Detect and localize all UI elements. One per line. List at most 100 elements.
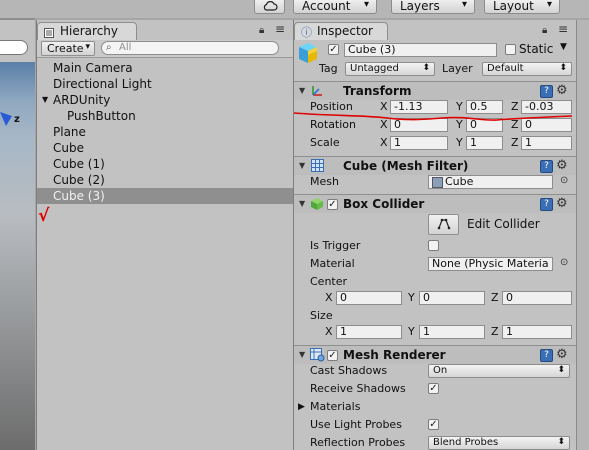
center-z-field[interactable]: 0 — [502, 291, 572, 305]
account-dropdown[interactable]: Account ▾ — [293, 0, 377, 14]
receive-shadows-checkbox[interactable]: ✓ — [428, 383, 439, 394]
gear-icon[interactable]: ⚙ — [556, 348, 568, 362]
hierarchy-item[interactable]: Plane — [37, 124, 293, 140]
gear-icon[interactable]: ⚙ — [556, 159, 568, 173]
scale-y-field[interactable]: 1 — [466, 136, 503, 150]
hierarchy-toolbar: Create ▾ ⌕ All — [37, 40, 293, 58]
transform-title: Transform — [343, 84, 412, 98]
z-axis-label: z — [14, 114, 20, 125]
panel-menu-icon[interactable]: ≡ — [275, 22, 285, 36]
hierarchy-item-label: ARDUnity — [53, 93, 111, 107]
mesh-renderer-title: Mesh Renderer — [343, 348, 446, 362]
object-picker-icon[interactable]: ⊙ — [560, 257, 568, 268]
foldout-open-icon[interactable]: ▼ — [42, 92, 48, 108]
layer-dropdown[interactable]: Default ⬍ — [482, 62, 572, 76]
cloud-icon — [262, 1, 278, 15]
center-x-value: 0 — [340, 291, 347, 304]
scale-x-axis-label[interactable]: X — [380, 136, 388, 150]
use-light-probes-checkbox[interactable]: ✓ — [428, 419, 439, 430]
layout-dropdown[interactable]: Layout ▾ — [484, 0, 560, 14]
foldout-open-icon: ▼ — [299, 161, 306, 170]
object-name-field[interactable]: Cube (3) — [344, 43, 497, 57]
mesh-value: Cube — [445, 175, 474, 188]
materials-label[interactable]: Materials — [310, 400, 360, 414]
box-collider-enabled-checkbox[interactable]: ✓ — [327, 199, 338, 210]
mesh-label: Mesh — [310, 175, 339, 188]
is-trigger-checkbox[interactable] — [428, 240, 439, 251]
object-active-checkbox[interactable]: ✓ — [328, 44, 339, 55]
hierarchy-item-label: Cube (3) — [53, 189, 105, 203]
gear-icon[interactable]: ⚙ — [556, 197, 568, 211]
scene-search-input[interactable] — [0, 40, 28, 55]
hierarchy-list[interactable]: Main Camera Directional Light ▼ ARDUnity Pus… — [37, 58, 293, 450]
center-x-axis-label[interactable]: X — [325, 291, 333, 305]
help-icon[interactable]: ? — [540, 349, 553, 362]
cast-shadows-label: Cast Shadows — [310, 364, 388, 377]
cast-shadows-dropdown[interactable]: On ⬍ — [428, 364, 570, 378]
object-picker-icon[interactable]: ⊙ — [560, 175, 568, 186]
scale-z-field[interactable]: 1 — [521, 136, 572, 150]
scale-z-axis-label[interactable]: Z — [511, 136, 519, 150]
lock-icon[interactable]: 🔒︎ — [542, 25, 547, 36]
reflection-probes-dropdown[interactable]: Blend Probes ⬍ — [428, 436, 570, 450]
hierarchy-search-input[interactable]: ⌕ All — [101, 41, 279, 55]
size-y-field[interactable]: 1 — [419, 325, 485, 339]
foldout-open-icon: ▼ — [299, 199, 306, 208]
center-y-field[interactable]: 0 — [419, 291, 485, 305]
help-icon[interactable]: ? — [540, 198, 553, 211]
layers-dropdown[interactable]: Layers ▾ — [391, 0, 475, 14]
updown-arrow-icon: ⬍ — [422, 63, 430, 73]
static-dropdown-arrow[interactable]: ▼ — [560, 42, 567, 52]
gear-icon[interactable]: ⚙ — [556, 84, 568, 98]
hierarchy-item[interactable]: PushButton — [37, 108, 293, 124]
foldout-open-icon: ▼ — [299, 86, 306, 95]
hierarchy-item[interactable]: Cube (1) — [37, 156, 293, 172]
lock-icon[interactable]: 🔒︎ — [259, 25, 264, 36]
scene-orientation-gizmo[interactable]: z — [0, 104, 30, 133]
center-z-axis-label[interactable]: Z — [491, 291, 499, 305]
scale-x-value: 1 — [394, 136, 401, 149]
hierarchy-item[interactable]: ▼ ARDUnity — [37, 92, 293, 108]
size-x-field[interactable]: 1 — [336, 325, 402, 339]
hierarchy-item[interactable]: Cube (2) — [37, 172, 293, 188]
collab-button[interactable] — [254, 0, 285, 14]
scale-y-axis-label[interactable]: Y — [456, 136, 463, 150]
help-icon[interactable]: ? — [540, 160, 553, 173]
transform-header[interactable]: ▼ Transform ? ⚙ — [294, 81, 576, 100]
size-label: Size — [310, 309, 333, 322]
edit-collider-button[interactable] — [428, 214, 459, 235]
size-z-field[interactable]: 1 — [502, 325, 572, 339]
transform-icon — [310, 84, 324, 101]
box-collider-header[interactable]: ▼ ✓ Box Collider ? ⚙ — [294, 194, 576, 213]
tab-hierarchy[interactable]: Hierarchy — [37, 22, 137, 40]
help-icon[interactable]: ? — [540, 85, 553, 98]
hierarchy-item[interactable]: Cube (3) — [37, 188, 293, 204]
create-button[interactable]: Create ▾ — [41, 41, 95, 56]
hierarchy-item[interactable]: Directional Light — [37, 76, 293, 92]
mesh-renderer-enabled-checkbox[interactable]: ✓ — [327, 350, 338, 361]
mesh-filter-header[interactable]: ▼ Cube (Mesh Filter) ? ⚙ — [294, 156, 576, 175]
caret-down-icon: ▾ — [461, 0, 467, 10]
hierarchy-item-label: PushButton — [67, 109, 136, 123]
center-x-field[interactable]: 0 — [336, 291, 402, 305]
hierarchy-item[interactable]: Main Camera — [37, 60, 293, 76]
scale-x-field[interactable]: 1 — [390, 136, 448, 150]
panel-menu-icon[interactable]: ≡ — [558, 22, 568, 36]
object-name-value: Cube (3) — [348, 43, 396, 56]
center-z-value: 0 — [506, 291, 513, 304]
inspector-scrollbar[interactable] — [576, 20, 589, 450]
size-y-axis-label[interactable]: Y — [408, 325, 415, 339]
reflection-probes-value: Blend Probes — [433, 437, 499, 448]
tab-inspector[interactable]: ⓘ Inspector — [294, 22, 388, 40]
mesh-renderer-header[interactable]: ▼ ✓ Mesh Renderer ? ⚙ — [294, 345, 576, 364]
tag-dropdown[interactable]: Untagged ⬍ — [345, 62, 435, 76]
center-y-axis-label[interactable]: Y — [408, 291, 415, 305]
hierarchy-item[interactable]: Cube — [37, 140, 293, 156]
size-z-axis-label[interactable]: Z — [491, 325, 499, 339]
material-field[interactable]: None (Physic Materia — [428, 257, 553, 271]
materials-foldout-icon[interactable]: ▶ — [298, 400, 305, 414]
mesh-field[interactable]: Cube — [428, 175, 553, 189]
size-x-axis-label[interactable]: X — [325, 325, 333, 339]
tag-label: Tag — [319, 62, 338, 75]
static-checkbox[interactable] — [505, 44, 516, 55]
